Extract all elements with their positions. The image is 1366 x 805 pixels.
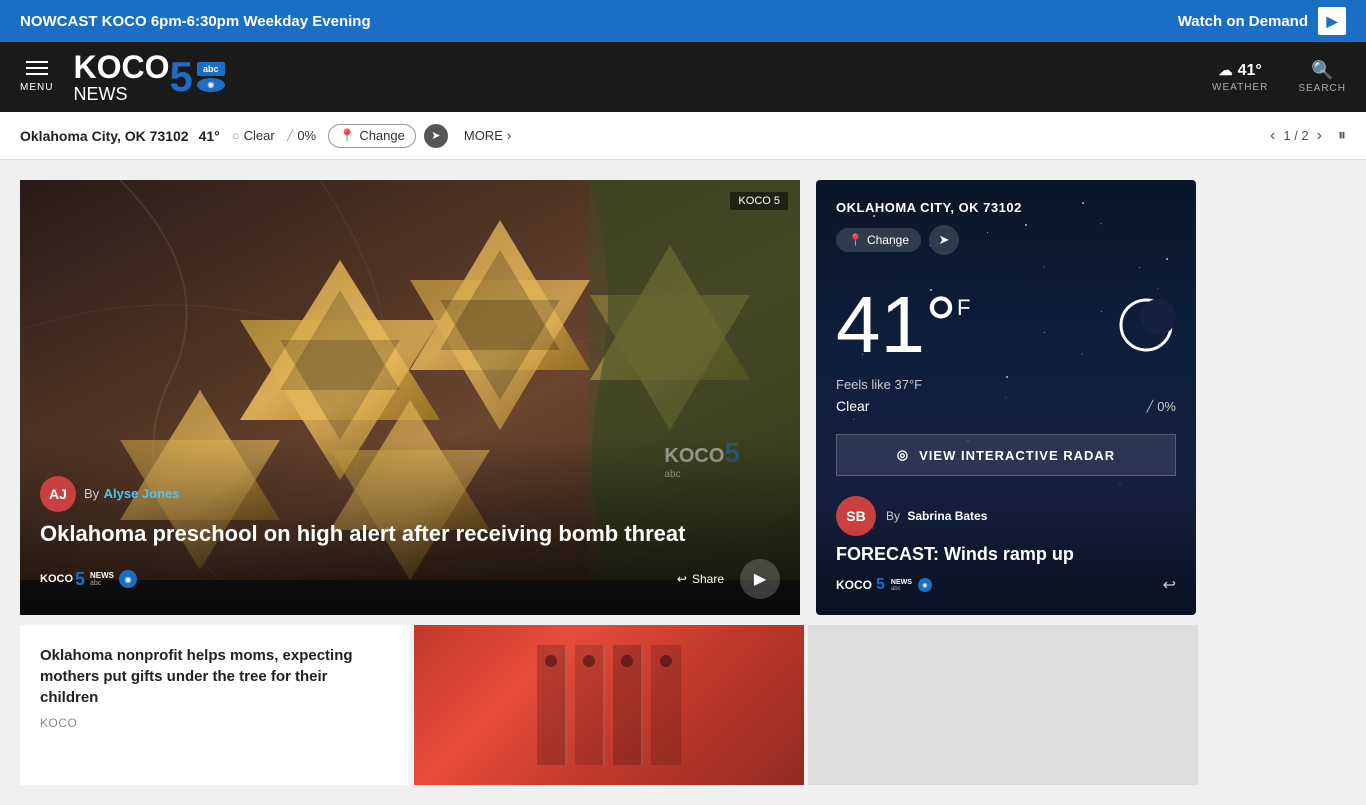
widget-controls: 📍 Change ➤ — [836, 225, 1176, 255]
bottom-card-2[interactable] — [808, 625, 1198, 785]
forecast-title: FORECAST: Winds ramp up — [836, 544, 1176, 565]
featured-video: KOCO 5 KOCO5 abc AJ By Alyse Jones Oklah… — [20, 180, 800, 615]
widget-locate-button[interactable]: ➤ — [929, 225, 959, 255]
more-button[interactable]: MORE › — [464, 128, 511, 143]
menu-label: MENU — [20, 82, 53, 93]
koco-badge: KOCO 5 — [730, 192, 788, 210]
bottom-card-1[interactable] — [414, 625, 804, 785]
condition-icon: ○ — [232, 128, 240, 143]
weather-bar-nav: ‹ 1 / 2 › ⏸ — [1270, 127, 1346, 145]
author-info: By Alyse Jones — [84, 485, 180, 503]
logo-news: NEWS — [73, 85, 169, 105]
radar-icon: ◎ — [897, 447, 909, 463]
search-icon: 🔍 — [1311, 60, 1333, 81]
widget-temperature: 41° — [836, 285, 957, 365]
weather-bar-temp: 41° — [199, 128, 220, 144]
widget-temp-row: 41° F — [836, 285, 1176, 367]
header-left: MENU KOCO NEWS 5 abc ◉ — [20, 50, 225, 105]
header-weather-temp: ☁ 41° — [1219, 62, 1262, 80]
locker-bg — [414, 625, 804, 785]
more-label: MORE — [464, 128, 503, 143]
widget-locate-icon: ➤ — [939, 232, 950, 248]
locate-icon: ➤ — [431, 129, 440, 142]
share-icon: ↩ — [677, 572, 687, 586]
widget-author-info: By Sabrina Bates — [886, 509, 987, 523]
author-avatar: AJ — [40, 476, 76, 512]
widget-footer: KOCO 5 NEWS abc ◉ ↩ — [836, 575, 1176, 595]
search-label: SEARCH — [1298, 83, 1346, 94]
change-label: Change — [359, 128, 405, 143]
top-banner: NOWCAST KOCO 6pm-6:30pm Weekday Evening … — [0, 0, 1366, 42]
menu-button[interactable]: MENU — [20, 61, 53, 93]
widget-unit: F — [957, 295, 970, 321]
watch-demand-label: Watch on Demand — [1178, 13, 1308, 30]
next-arrow[interactable]: › — [1317, 127, 1322, 145]
widget-location: OKLAHOMA CITY, OK 73102 — [836, 200, 1176, 215]
logo-5: 5 — [169, 56, 192, 98]
widget-author-avatar: SB — [836, 496, 876, 536]
page-indicator: 1 / 2 — [1283, 128, 1308, 143]
change-location-button[interactable]: 📍 Change — [328, 124, 416, 148]
radar-button[interactable]: ◎ VIEW INTERACTIVE RADAR — [836, 434, 1176, 476]
lockers — [517, 625, 701, 785]
video-title[interactable]: Oklahoma preschool on high alert after r… — [40, 520, 780, 549]
watch-demand-button[interactable]: Watch on Demand ▶ — [1178, 7, 1346, 35]
widget-condition: Clear — [836, 398, 869, 414]
video-footer: KOCO 5 NEWS abc ◉ ↩ Share — [40, 559, 780, 599]
share-button[interactable]: ↩ Share — [677, 572, 724, 586]
video-overlay: AJ By Alyse Jones Oklahoma preschool on … — [20, 436, 800, 615]
widget-change-button[interactable]: 📍 Change — [836, 228, 921, 252]
widget-precip: ╱ 0% — [1147, 399, 1176, 414]
play-button[interactable]: ▶ — [740, 559, 780, 599]
main-header: MENU KOCO NEWS 5 abc ◉ ☁ 41° WEA — [0, 42, 1366, 112]
prev-arrow[interactable]: ‹ — [1270, 127, 1275, 145]
header-right: ☁ 41° WEATHER 🔍 SEARCH — [1212, 60, 1346, 94]
pin-icon-widget: 📍 — [848, 233, 863, 247]
koco-news-logo-video: KOCO 5 NEWS abc ◉ — [40, 569, 137, 590]
precip-icon-w: ╱ — [1147, 400, 1154, 413]
locate-button[interactable]: ➤ — [424, 124, 448, 148]
bottom-card-title-0: Oklahoma nonprofit helps moms, expecting… — [40, 645, 390, 708]
play-icon[interactable]: ▶ — [1318, 7, 1346, 35]
widget-koco-logo: KOCO 5 NEWS abc ◉ — [836, 576, 932, 594]
weather-widget: OKLAHOMA CITY, OK 73102 📍 Change ➤ 41° F — [816, 180, 1196, 615]
precip-value-w: 0% — [1157, 399, 1176, 414]
bottom-card-0[interactable]: Oklahoma nonprofit helps moms, expecting… — [20, 625, 410, 785]
condition-text: Clear — [244, 128, 275, 143]
weather-nav-label: WEATHER — [1212, 82, 1268, 93]
precip-value: 0% — [297, 128, 316, 143]
temp-container: 41° F — [836, 285, 970, 365]
weather-widget-inner: OKLAHOMA CITY, OK 73102 📍 Change ➤ 41° F — [836, 200, 1176, 595]
banner-text: NOWCAST KOCO 6pm-6:30pm Weekday Evening — [20, 13, 371, 30]
chevron-right-icon: › — [507, 128, 511, 143]
weather-precip: ╱ 0% — [287, 128, 316, 143]
widget-share-button[interactable]: ↩ — [1163, 575, 1176, 595]
condition-row: Clear ╱ 0% — [836, 398, 1176, 414]
weather-bar: Oklahoma City, OK 73102 41° ○ Clear ╱ 0%… — [0, 112, 1366, 160]
author-name: Alyse Jones — [104, 486, 180, 501]
author-row: AJ By Alyse Jones — [40, 476, 780, 512]
pause-button[interactable]: ⏸ — [1338, 127, 1346, 145]
weather-condition: ○ Clear — [232, 128, 275, 143]
pin-icon: 📍 — [339, 128, 355, 144]
widget-author-row: SB By Sabrina Bates — [836, 496, 1176, 536]
logo-koco: KOCO — [73, 50, 169, 85]
moon-svg — [1116, 295, 1176, 355]
site-logo[interactable]: KOCO NEWS 5 abc ◉ — [73, 50, 224, 105]
weather-condition-icon — [1116, 295, 1176, 367]
main-content: KOCO 5 KOCO5 abc AJ By Alyse Jones Oklah… — [0, 160, 1366, 625]
widget-author-name: Sabrina Bates — [907, 509, 987, 523]
precip-icon: ╱ — [287, 129, 294, 142]
play-icon: ▶ — [754, 569, 766, 589]
bottom-card-source-0: KOCO — [40, 716, 390, 730]
search-button[interactable]: 🔍 SEARCH — [1298, 60, 1346, 94]
feels-like: Feels like 37°F — [836, 377, 1176, 392]
weather-nav-button[interactable]: ☁ 41° WEATHER — [1212, 62, 1268, 93]
weather-location: Oklahoma City, OK 73102 — [20, 128, 189, 144]
bottom-cards: Oklahoma nonprofit helps moms, expecting… — [0, 625, 1366, 805]
